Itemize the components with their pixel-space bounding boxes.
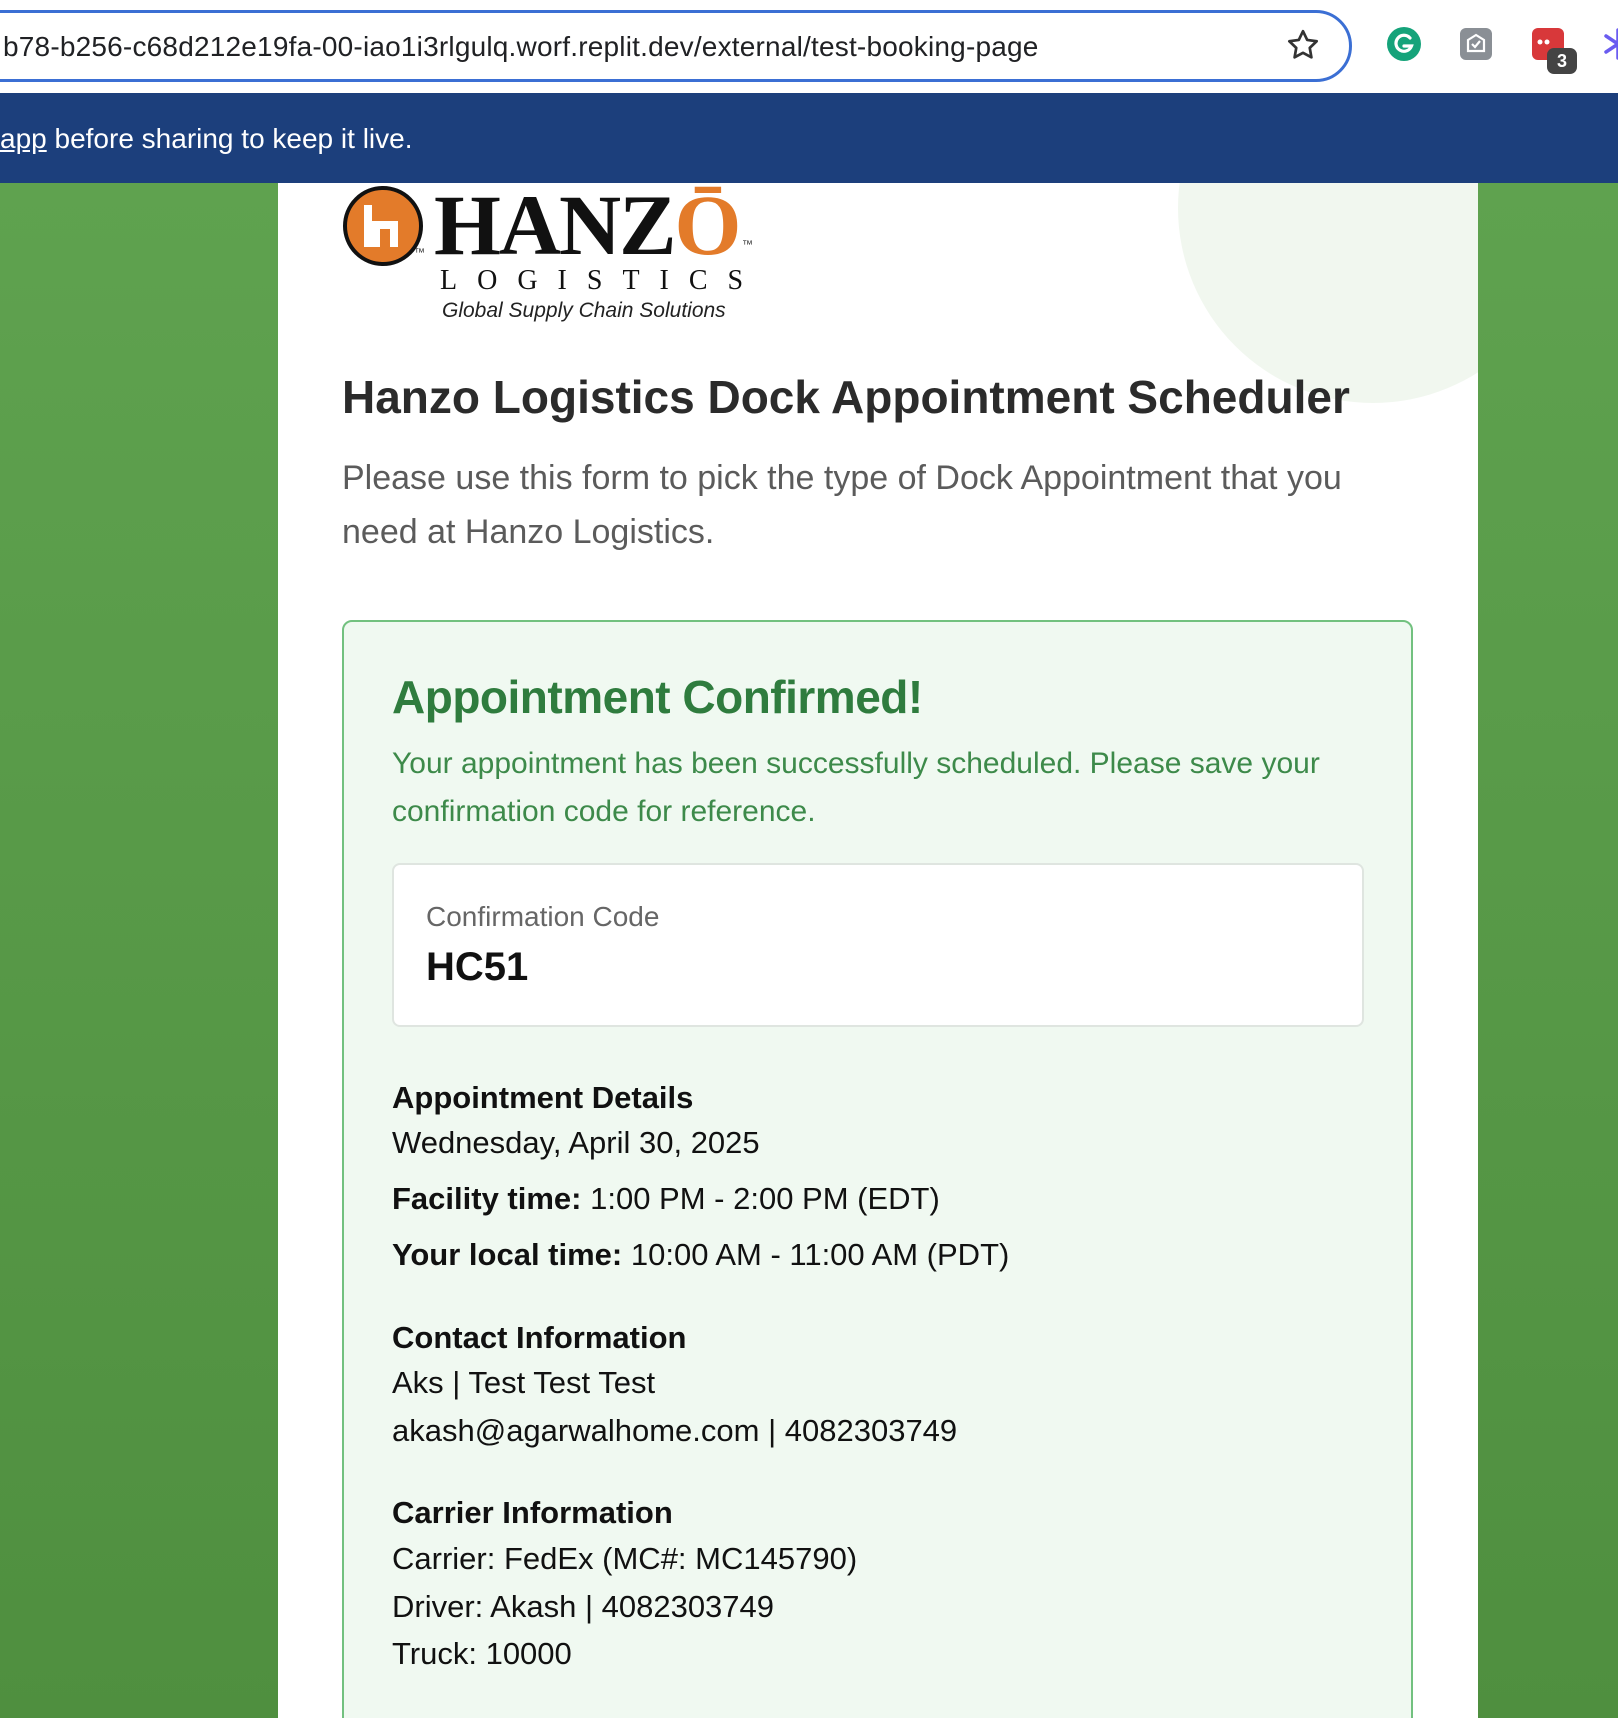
facility-time: Facility time: 1:00 PM - 2:00 PM (EDT) — [392, 1181, 940, 1217]
url-text[interactable]: b78-b256-c68d212e19fa-00-iao1i3rlgulq.wo… — [3, 31, 1039, 63]
carrier-info-heading: Carrier Information — [392, 1495, 673, 1530]
appointment-details-heading: Appointment Details — [392, 1080, 694, 1115]
browser-toolbar: b78-b256-c68d212e19fa-00-iao1i3rlgulq.wo… — [0, 0, 1618, 93]
logo-tagline: Global Supply Chain Solutions — [442, 299, 726, 322]
confirmation-code-label: Confirmation Code — [426, 901, 660, 932]
appointment-date: Wednesday, April 30, 2025 — [392, 1125, 760, 1160]
confirmation-message: Your appointment has been successfully s… — [392, 747, 1320, 828]
trademark-mark: ™ — [414, 247, 425, 259]
contact-email-phone: akash@agarwalhome.com | 4082303749 — [392, 1413, 958, 1448]
star-icon[interactable] — [1285, 27, 1321, 63]
booking-card: ™ HANZŌ ™ LOGISTICS Global Supply Chain … — [278, 183, 1478, 1718]
page-title: Hanzo Logistics Dock Appointment Schedul… — [342, 371, 1350, 423]
local-time: Your local time: 10:00 AM - 11:00 AM (PD… — [392, 1237, 1009, 1273]
local-time-label: Your local time: — [392, 1237, 623, 1272]
notice-text: app before sharing to keep it live. — [0, 123, 412, 155]
page-description: Please use this form to pick the type of… — [342, 459, 1342, 551]
confirmation-panel: Appointment Confirmed! Your appointment … — [342, 620, 1413, 1718]
logo-wordmark: HANZŌ — [434, 183, 741, 275]
logo-subtitle: LOGISTICS — [440, 265, 764, 296]
logo-word-end: Ō — [674, 183, 741, 273]
address-bar[interactable]: b78-b256-c68d212e19fa-00-iao1i3rlgulq.wo… — [0, 10, 1352, 82]
mail-extension-icon[interactable] — [1458, 26, 1494, 62]
local-time-value: 10:00 AM - 11:00 AM (PDT) — [622, 1237, 1010, 1272]
notice-link[interactable]: app — [0, 123, 47, 154]
hanzo-logo-mark — [343, 186, 423, 266]
purple-extension-icon[interactable] — [1600, 26, 1618, 62]
extension-badge: 3 — [1547, 48, 1577, 74]
notice-banner: app before sharing to keep it live. — [0, 93, 1618, 183]
confirmation-title: Appointment Confirmed! — [392, 671, 923, 723]
logo-word-start: HANZ — [434, 183, 676, 273]
facility-time-value: 1:00 PM - 2:00 PM (EDT) — [581, 1181, 940, 1216]
carrier-name: Carrier: FedEx (MC#: MC145790) — [392, 1541, 858, 1576]
contact-info-heading: Contact Information — [392, 1320, 687, 1355]
confirmation-code-box: Confirmation Code HC51 — [392, 863, 1364, 1027]
notice-message: before sharing to keep it live. — [46, 123, 413, 154]
hanzo-logo: ™ HANZŌ ™ LOGISTICS Global Supply Chain … — [342, 183, 762, 333]
confirmation-code-value: HC51 — [426, 945, 529, 989]
contact-name-company: Aks | Test Test Test — [392, 1365, 656, 1400]
facility-time-label: Facility time: — [392, 1181, 582, 1216]
driver-info: Driver: Akash | 4082303749 — [392, 1589, 775, 1624]
grammarly-icon[interactable] — [1386, 26, 1422, 62]
truck-info: Truck: 10000 — [392, 1636, 572, 1671]
trademark-mark-2: ™ — [742, 239, 753, 251]
